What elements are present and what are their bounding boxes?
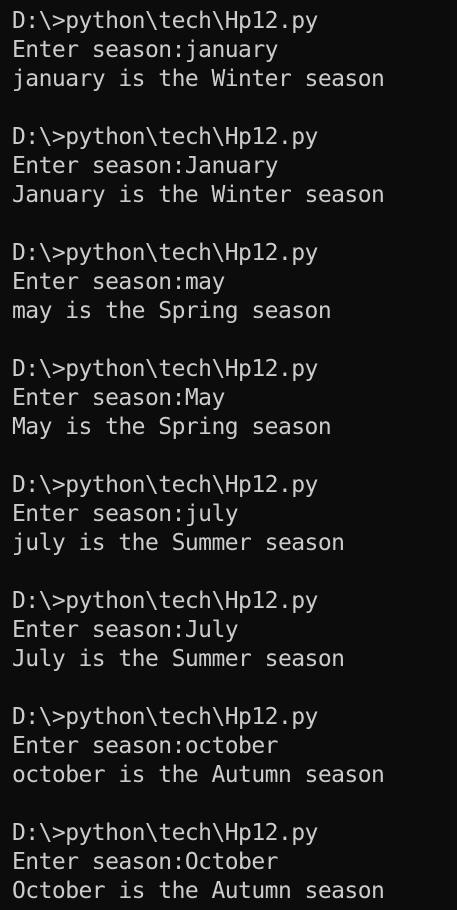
command-block: D:\>python\tech\Hp12.py Enter season:oct… xyxy=(12,703,457,790)
command-block: D:\>python\tech\Hp12.py Enter season:Jul… xyxy=(12,587,457,674)
output-line: January is the Winter season xyxy=(12,182,385,208)
input-prompt-line: Enter season:May xyxy=(12,385,225,411)
command-line: D:\>python\tech\Hp12.py xyxy=(12,124,318,150)
output-line: october is the Autumn season xyxy=(12,762,385,788)
input-prompt-line: Enter season:October xyxy=(12,849,279,875)
input-prompt-line: Enter season:July xyxy=(12,617,239,643)
output-line: january is the Winter season xyxy=(12,66,385,92)
command-block: D:\>python\tech\Hp12.py Enter season:may… xyxy=(12,239,457,326)
input-prompt-line: Enter season:october xyxy=(12,733,279,759)
output-line: July is the Summer season xyxy=(12,646,345,672)
command-line: D:\>python\tech\Hp12.py xyxy=(12,820,318,846)
output-line: july is the Summer season xyxy=(12,530,345,556)
command-line: D:\>python\tech\Hp12.py xyxy=(12,240,318,266)
command-block: D:\>python\tech\Hp12.py Enter season:jul… xyxy=(12,471,457,558)
command-line: D:\>python\tech\Hp12.py xyxy=(12,588,318,614)
output-line: May is the Spring season xyxy=(12,414,332,440)
input-prompt-line: Enter season:January xyxy=(12,153,279,179)
command-block: D:\>python\tech\Hp12.py Enter season:Jan… xyxy=(12,123,457,210)
output-line: October is the Autumn season xyxy=(12,878,385,904)
command-line: D:\>python\tech\Hp12.py xyxy=(12,8,318,34)
input-prompt-line: Enter season:may xyxy=(12,269,225,295)
command-block: D:\>python\tech\Hp12.py Enter season:Oct… xyxy=(12,819,457,906)
input-prompt-line: Enter season:january xyxy=(12,37,279,63)
output-line: may is the Spring season xyxy=(12,298,332,324)
command-block: D:\>python\tech\Hp12.py Enter season:May… xyxy=(12,355,457,442)
command-block: D:\>python\tech\Hp12.py Enter season:jan… xyxy=(12,7,457,94)
command-line: D:\>python\tech\Hp12.py xyxy=(12,356,318,382)
command-line: D:\>python\tech\Hp12.py xyxy=(12,472,318,498)
terminal-output[interactable]: D:\>python\tech\Hp12.py Enter season:jan… xyxy=(0,0,457,910)
command-line: D:\>python\tech\Hp12.py xyxy=(12,704,318,730)
input-prompt-line: Enter season:july xyxy=(12,501,239,527)
